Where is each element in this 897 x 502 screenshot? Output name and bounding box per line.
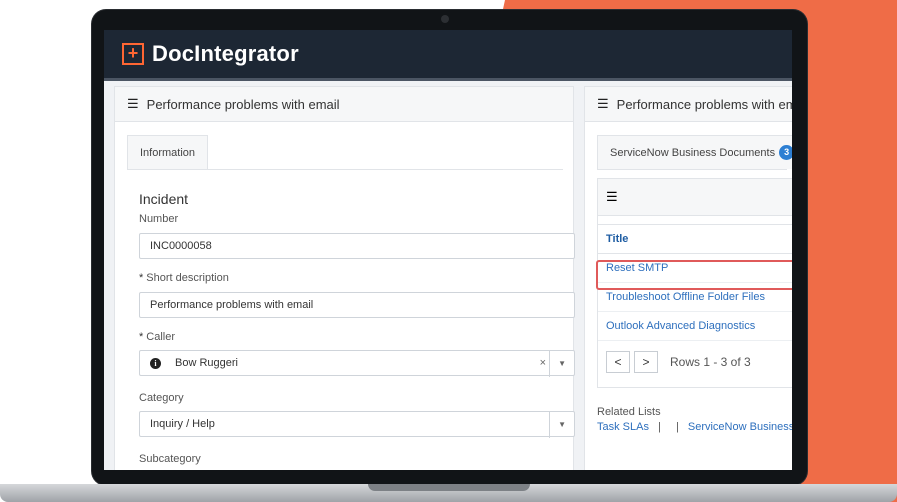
- column-header-title[interactable]: Title: [598, 224, 792, 254]
- rows-count: Rows 1 - 3 of 3: [670, 355, 751, 369]
- app-logo[interactable]: + DocIntegrator: [122, 41, 299, 67]
- documents-panel: ☰ Performance problems with emai Service…: [584, 86, 792, 470]
- panel-header: ☰ Performance problems with emai: [585, 87, 792, 122]
- next-page-button[interactable]: >: [634, 351, 658, 373]
- list-item[interactable]: Outlook Advanced Diagnostics: [598, 312, 792, 341]
- header-divider: [104, 78, 792, 81]
- app-screen: + DocIntegrator ☰ Performance problems w…: [104, 30, 792, 470]
- caller-value: Bow Ruggeri: [175, 357, 238, 369]
- required-mark: *: [139, 272, 144, 284]
- plus-box-icon: +: [122, 43, 144, 65]
- chevron-down-icon[interactable]: ▼: [558, 420, 566, 429]
- pagination: < > Rows 1 - 3 of 3: [606, 351, 751, 373]
- short-description-value: Performance problems with email: [150, 299, 314, 311]
- caller-label: * Caller: [139, 331, 175, 343]
- panel-title: Performance problems with emai: [616, 96, 792, 112]
- separator: |: [658, 421, 661, 433]
- hamburger-menu-icon[interactable]: ☰: [606, 189, 618, 205]
- count-badge: 3: [779, 145, 792, 160]
- subcategory-label: Subcategory: [139, 453, 201, 465]
- separator: |: [675, 421, 679, 433]
- laptop-notch: [368, 484, 530, 491]
- chevron-down-icon[interactable]: ▼: [558, 359, 566, 368]
- form-tabs: Information: [127, 135, 563, 170]
- panel-header: ☰ Performance problems with email: [115, 87, 573, 122]
- hamburger-menu-icon[interactable]: ☰: [127, 96, 139, 112]
- caller-field[interactable]: i Bow Ruggeri × ▼: [139, 350, 575, 377]
- label-text: Caller: [146, 331, 176, 343]
- tab-servicenow-business-documents[interactable]: ServiceNow Business Documents 3: [597, 135, 792, 169]
- document-tabs: ServiceNow Business Documents 3: [597, 135, 792, 170]
- number-field[interactable]: INC0000058: [139, 233, 575, 259]
- related-lists-label: Related Lists: [597, 406, 661, 418]
- panel-title: Performance problems with email: [146, 96, 340, 112]
- clear-icon[interactable]: ×: [540, 357, 546, 369]
- section-title: Incident: [139, 191, 189, 207]
- select-divider: [549, 412, 550, 438]
- list-toolbar: ☰: [598, 179, 792, 216]
- tab-label: ServiceNow Business Documents: [610, 146, 776, 159]
- documents-list: ☰ Title Reset SMTP Troubleshoot Offline …: [596, 178, 792, 388]
- related-lists-links: Task SLAs | | ServiceNow Business Do: [597, 421, 792, 433]
- incident-form-panel: ☰ Performance problems with email Inform…: [114, 86, 575, 470]
- label-text: Short description: [146, 272, 229, 284]
- task-slas-link[interactable]: Task SLAs: [597, 421, 649, 433]
- servicenow-business-documents-link[interactable]: ServiceNow Business Do: [688, 421, 792, 433]
- category-select[interactable]: Inquiry / Help ▼: [139, 411, 575, 438]
- highlight-box: [596, 260, 792, 290]
- camera-icon: [441, 15, 449, 23]
- category-label: Category: [139, 392, 184, 404]
- category-value: Inquiry / Help: [150, 418, 215, 430]
- number-value: INC0000058: [150, 240, 212, 252]
- previous-page-button[interactable]: <: [606, 351, 630, 373]
- select-divider: [549, 351, 550, 377]
- required-mark: *: [139, 331, 144, 343]
- app-name: DocIntegrator: [152, 41, 299, 66]
- short-description-field[interactable]: Performance problems with email: [139, 292, 575, 318]
- tab-label: Information: [140, 146, 196, 159]
- short-description-label: * Short description: [139, 272, 229, 284]
- app-header: + DocIntegrator: [104, 30, 792, 78]
- hamburger-menu-icon[interactable]: ☰: [597, 96, 609, 112]
- number-label: Number: [139, 213, 179, 225]
- info-icon[interactable]: i: [150, 357, 161, 369]
- tab-information[interactable]: Information: [127, 135, 209, 169]
